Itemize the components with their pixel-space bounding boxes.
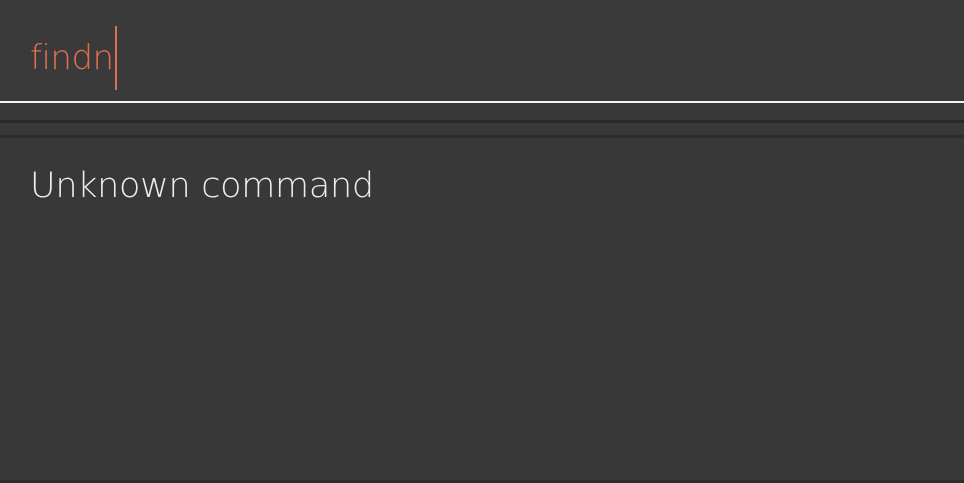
command-input-text: findn xyxy=(30,38,114,78)
command-input-field[interactable]: findn xyxy=(30,26,117,90)
text-caret xyxy=(114,26,117,90)
result-message: Unknown command xyxy=(30,166,374,206)
command-box[interactable]: findn xyxy=(0,0,964,103)
result-display-panel: Unknown command xyxy=(0,138,964,480)
divider xyxy=(0,120,964,123)
